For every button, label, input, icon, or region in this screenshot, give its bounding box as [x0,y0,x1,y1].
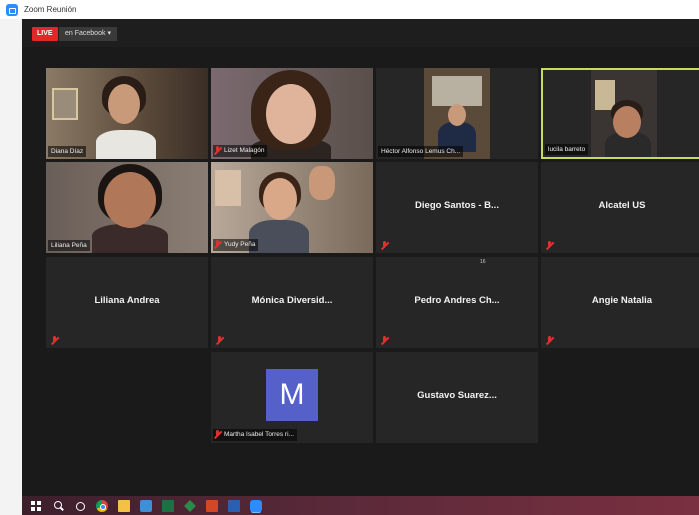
participant-name: Diana Díaz [48,146,87,157]
chevron-down-icon: ▾ [107,30,111,37]
participant-name: Pedro Andres Ch... [414,295,500,306]
participant-tile[interactable]: Gustavo Suarez... [376,352,538,443]
cortana-icon[interactable] [74,500,86,512]
participant-tile[interactable]: Yudy Peña [211,162,373,253]
windows-taskbar [22,496,699,515]
participant-name: Angie Natalia [591,295,653,306]
app-icon[interactable] [140,499,152,512]
app-icon[interactable] [228,499,240,512]
zoom-meeting-window: LIVE en Facebook ▾ Diana Díaz Lizet Mala… [22,19,699,496]
muted-mic-icon [546,336,553,345]
participant-tile[interactable]: Liliana Andrea [46,257,208,348]
participant-tile[interactable]: Héctor Alfonso Lemus Ch... [376,68,538,159]
window-title: Zoom Reunión [24,5,77,14]
participant-tile[interactable]: Mónica Diversid... [211,257,373,348]
top-strip: LIVE en Facebook ▾ [22,19,699,47]
participant-name: Gustavo Suarez... [417,390,497,401]
participant-tile[interactable]: Diego Santos - B... [376,162,538,253]
search-icon[interactable] [52,500,64,512]
participant-name: Diego Santos - B... [415,200,499,211]
participant-name: Alcatel US [598,200,646,211]
participant-tile[interactable]: M Martha Isabel Torres ri... [211,352,373,443]
muted-mic-icon [214,429,221,439]
muted-mic-icon [214,145,221,155]
participant-name: Liliana Peña [48,240,90,251]
muted-mic-icon [546,241,553,250]
zoom-icon[interactable] [250,499,262,512]
title-bar: Zoom Reunión [0,0,699,19]
participant-counter: 16 [480,259,486,265]
participant-name-tag: Yudy Peña [213,239,259,251]
folder-icon[interactable] [118,499,130,512]
zoom-app-icon [6,3,18,16]
muted-mic-icon [51,336,58,345]
participant-tile[interactable]: Angie Natalia [541,257,699,348]
participant-name: Martha Isabel Torres ri... [224,431,294,438]
live-platform-label: en Facebook [65,30,106,37]
participant-name: Mónica Diversid... [251,295,333,306]
participant-tile[interactable]: 16 Pedro Andres Ch... [376,257,538,348]
participant-tile[interactable]: Alcatel US [541,162,699,253]
participant-name: lucila barreto [545,144,589,155]
live-on-facebook-dropdown[interactable]: en Facebook ▾ [59,27,117,41]
participant-name: Yudy Peña [224,241,256,248]
windows-start-icon[interactable] [30,500,42,512]
participant-name: Lizet Malagón [224,147,265,154]
participant-name-tag: Lizet Malagón [213,145,268,157]
muted-mic-icon [214,239,221,249]
chrome-icon[interactable] [96,499,108,512]
participant-name: Héctor Alfonso Lemus Ch... [378,146,464,157]
participant-tile-active-speaker[interactable]: lucila barreto [541,68,699,159]
participant-name: Liliana Andrea [94,295,160,306]
participant-tile[interactable]: Diana Díaz [46,68,208,159]
participant-name-tag: Martha Isabel Torres ri... [213,429,297,441]
excel-icon[interactable] [162,499,174,512]
app-icon[interactable] [184,499,196,512]
muted-mic-icon [216,336,223,345]
powerpoint-icon[interactable] [206,499,218,512]
muted-mic-icon [381,336,388,345]
participant-tile[interactable]: Lizet Malagón [211,68,373,159]
live-badge[interactable]: LIVE [32,27,58,41]
muted-mic-icon [381,241,388,250]
avatar: M [266,369,318,421]
participant-tile[interactable]: Liliana Peña [46,162,208,253]
